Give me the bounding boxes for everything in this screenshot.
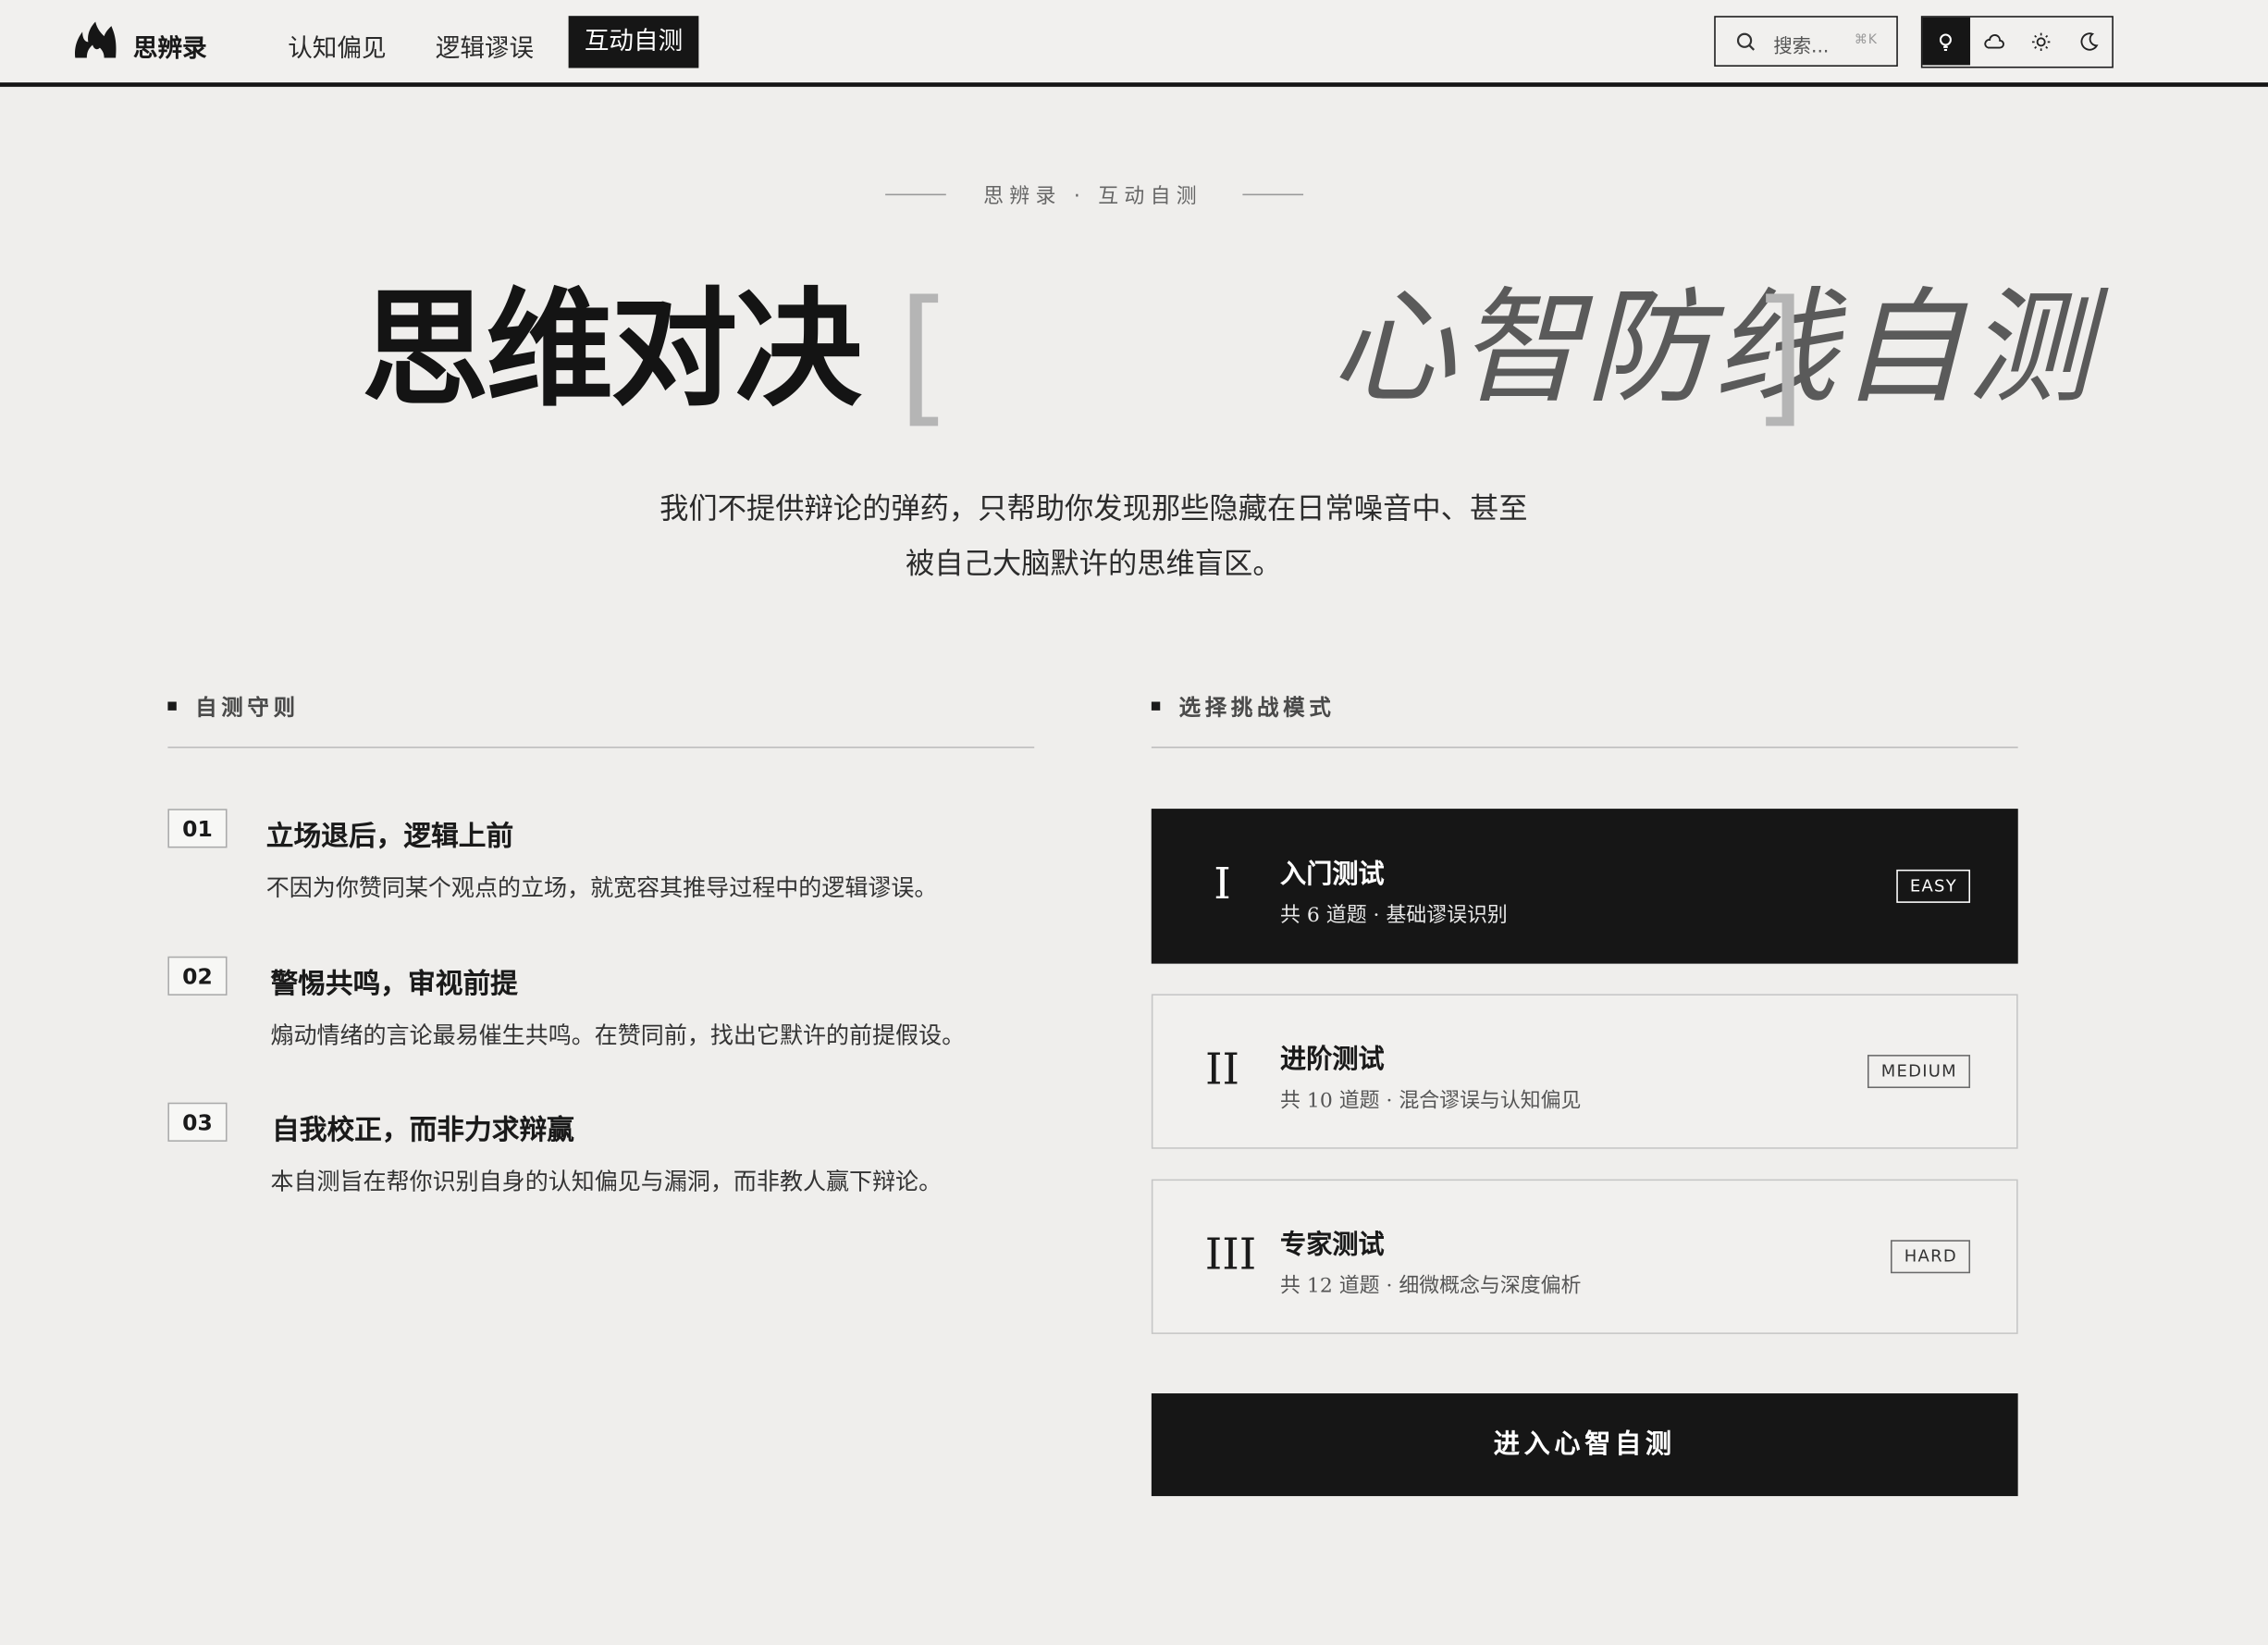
rule-number: 01 [167,809,228,848]
hero-intro: 我们不提供辩论的弹药，只帮助你发现那些隐藏在日常噪音中、甚至 被自己大脑默许的思… [579,480,1609,590]
search-placeholder: 搜索... [1773,36,1830,58]
difficulty-badge: HARD [1891,1240,1971,1274]
modes-section-heading: 选择挑战模式 [1151,692,1336,723]
mode-subtitle: 共 10 道题 · 混合谬误与认知偏见 [1280,1089,1582,1113]
hero-bracket-close: ] [1764,267,1805,427]
mode-roman-numeral: I [1214,859,1231,910]
rule-desc: 本自测旨在帮你识别自身的认知偏见与漏洞，而非教人赢下辩论。 [270,1168,943,1195]
kicker-section: 互动自测 [1098,185,1202,209]
square-bullet-icon [1151,700,1161,711]
nav-link-cognitive-bias[interactable]: 认知偏见 [288,28,386,64]
difficulty-badge: MEDIUM [1867,1055,1971,1089]
difficulty-badge: EASY [1896,869,1971,903]
theme-sun-button[interactable] [2017,18,2065,66]
hero-kicker: 思辨录 · 互动自测 [0,180,2186,209]
bulb-icon [1940,32,1953,51]
mode-subtitle: 共 12 道题 · 细微概念与深度偏析 [1280,1274,1582,1298]
rule-desc: 不因为你赞同某个观点的立场，就宽容其推导过程中的逻辑谬误。 [265,873,938,902]
rule-number: 02 [167,956,228,996]
search-box[interactable]: 搜索... ⌘K [1714,16,1898,67]
nav-link-logical-fallacy[interactable]: 逻辑谬误 [436,28,534,64]
square-bullet-icon [167,700,177,711]
moon-icon [2079,31,2098,50]
top-nav: 思辨录 认知偏见 逻辑谬误 互动自测 搜索... ⌘K [0,0,2268,87]
rule-desc: 煽动情绪的言论最易催生共鸣。在赞同前，找出它默许的前提假设。 [270,1021,966,1049]
brand-name[interactable]: 思辨录 [133,28,207,64]
rules-section-heading: 自测守则 [167,692,299,723]
search-icon [1736,32,1756,51]
kicker-line-right [1242,193,1304,196]
hero-title-italic: 心智防线自测 [1330,276,2095,422]
start-test-button[interactable]: 进入心智自测 [1151,1393,2018,1497]
modes-divider [1151,746,2018,748]
mode-card-easy[interactable]: I 入门测试 共 6 道题 · 基础谬误识别 EASY [1151,809,2018,964]
mode-title: 进阶测试 [1280,1045,1385,1075]
mode-subtitle: 共 6 道题 · 基础谬误识别 [1280,904,1508,928]
theme-switcher [1920,16,2114,68]
page: 思辨录 认知偏见 逻辑谬误 互动自测 搜索... ⌘K 思辨录 · 互动自测 思… [0,0,2268,1645]
rule-title: 立场退后，逻辑上前 [265,820,514,853]
hero-intro-line-2: 被自己大脑默许的思维盲区。 [906,545,1282,581]
mode-title: 入门测试 [1280,859,1385,890]
cloud-icon [1983,33,2004,48]
kicker-separator: · [1073,185,1087,209]
theme-cloud-button[interactable] [1970,18,2017,66]
mode-card-medium[interactable]: II 进阶测试 共 10 道题 · 混合谬误与认知偏见 MEDIUM [1151,994,2018,1149]
nav-link-self-test[interactable]: 互动自测 [568,16,699,68]
sun-icon [2031,31,2051,51]
rule-number: 03 [167,1102,228,1142]
hero-intro-line-1: 我们不提供辩论的弹药，只帮助你发现那些隐藏在日常噪音中、甚至 [659,490,1528,526]
search-shortcut: ⌘K [1854,32,1878,48]
mode-roman-numeral: III [1204,1230,1257,1281]
mode-card-hard[interactable]: III 专家测试 共 12 道题 · 细微概念与深度偏析 HARD [1151,1179,2018,1334]
hero-title-main: 思维对决 [361,273,862,425]
flame-logo-icon[interactable] [72,20,118,61]
mode-title: 专家测试 [1280,1230,1385,1261]
rules-divider [167,746,1035,748]
mode-roman-numeral: II [1204,1045,1240,1095]
theme-bulb-button[interactable] [1922,17,1970,66]
theme-moon-button[interactable] [2065,18,2112,66]
kicker-brand: 思辨录 [983,185,1062,209]
rule-title: 自我校正，而非力求辩赢 [272,1114,574,1146]
hero-bracket-open: [ [899,267,940,427]
rule-title: 警惕共鸣，审视前提 [270,968,518,1000]
